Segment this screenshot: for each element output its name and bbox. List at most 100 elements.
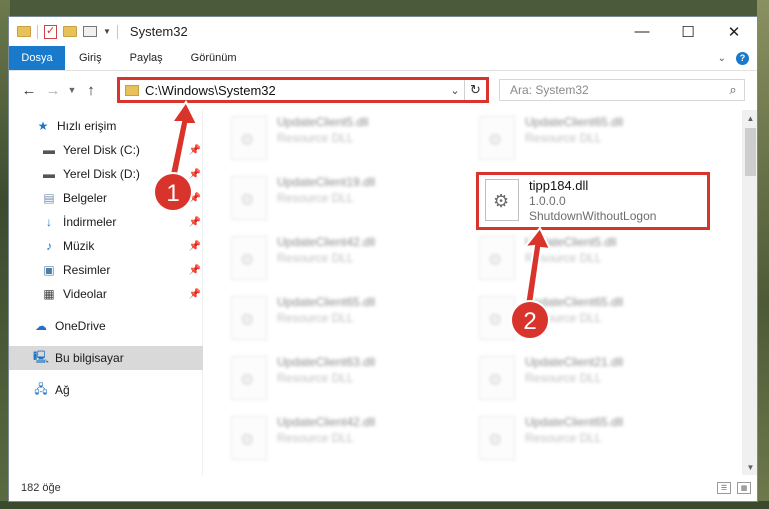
search-icon[interactable]: ⌕ [722, 82, 744, 98]
file-name: UpdateClient63.dll [277, 355, 376, 369]
tab-file[interactable]: Dosya [9, 46, 65, 70]
folder-icon [17, 26, 31, 37]
dll-file-icon [231, 236, 267, 280]
list-item[interactable]: UpdateClient65.dll Resource DLL [231, 292, 461, 344]
refresh-icon[interactable]: ↻ [464, 80, 486, 100]
sidebar-item-downloads[interactable]: ↓ İndirmeler 📌 [9, 210, 203, 234]
music-icon: ♪ [46, 239, 52, 253]
list-item[interactable]: UpdateClient65.dll Resource DLL [479, 112, 709, 164]
sidebar-item-label: Belgeler [63, 191, 108, 205]
explorer-window: ▼ System32 — ☐ ✕ Dosya Giriş Paylaş Görü… [8, 16, 758, 502]
network-icon: 🖧 [34, 381, 48, 396]
drive-icon: ▬ [43, 143, 55, 157]
computer-icon: 🖳 [33, 349, 50, 364]
up-arrow-icon[interactable]: ↑ [79, 82, 103, 99]
list-item[interactable]: UpdateClient42.dll Resource DLL [231, 232, 461, 284]
file-name: UpdateClient19.dll [277, 175, 376, 189]
file-name: UpdateClient65.dll [525, 415, 624, 429]
dll-file-icon [231, 356, 267, 400]
item-count: 182 öğe [21, 482, 61, 494]
status-bar: 182 öğe ☰ ▦ [9, 475, 757, 501]
desktop-background-right [757, 0, 769, 509]
sidebar-item-label: Videolar [63, 287, 107, 301]
dll-file-icon [479, 416, 515, 460]
sidebar-item-documents[interactable]: ▤ Belgeler 📌 [9, 186, 203, 210]
dll-file-icon [479, 236, 515, 280]
tab-share[interactable]: Paylaş [116, 46, 177, 70]
new-folder-icon[interactable] [63, 26, 77, 37]
documents-icon: ▤ [43, 191, 55, 205]
list-item[interactable]: UpdateClient21.dll Resource DLL [479, 352, 709, 404]
list-item[interactable]: UpdateClient65.dll Resource DLL [479, 292, 709, 344]
properties-check-icon[interactable] [44, 24, 57, 39]
scroll-down-icon[interactable]: ▼ [742, 459, 757, 475]
file-description: Resource DLL [277, 431, 354, 445]
help-icon[interactable]: ? [736, 51, 749, 65]
minimize-button[interactable]: — [619, 17, 665, 46]
sidebar-item-label: Hızlı erişim [57, 119, 117, 133]
search-box[interactable]: Ara: System32 ⌕ [499, 79, 745, 101]
list-item[interactable]: UpdateClient63.dll Resource DLL [231, 352, 461, 404]
address-path[interactable]: C:\Windows\System32 [145, 83, 446, 98]
maximize-button[interactable]: ☐ [665, 17, 711, 46]
sidebar-item-this-pc[interactable]: 🖳 Bu bilgisayar [9, 346, 203, 370]
navigation-bar: ← → ▼ ↑ C:\Windows\System32 ⌄ ↻ Ara: Sys… [9, 71, 757, 109]
scrollbar-thumb[interactable] [745, 128, 756, 176]
tab-view[interactable]: Görünüm [177, 46, 251, 70]
file-description: Resource DLL [277, 131, 354, 145]
chevron-down-icon[interactable]: ▼ [103, 27, 111, 36]
download-icon: ↓ [46, 215, 52, 229]
nav-arrows: ← → ▼ ↑ [9, 82, 117, 99]
scroll-up-icon[interactable]: ▲ [742, 110, 757, 126]
list-item[interactable]: UpdateClient65.dll Resource DLL [479, 412, 709, 464]
pin-icon[interactable]: 📌 [189, 289, 201, 300]
sidebar-item-quick-access[interactable]: ★ Hızlı erişim [9, 114, 203, 138]
close-button[interactable]: ✕ [711, 17, 757, 46]
list-item[interactable]: UpdateClient42.dll Resource DLL [231, 412, 461, 464]
large-icons-view-icon[interactable]: ▦ [737, 482, 751, 494]
pin-icon[interactable]: 📌 [189, 169, 201, 180]
chevron-down-icon[interactable]: ⌄ [446, 84, 464, 97]
sidebar-item-label: Yerel Disk (C:) [63, 143, 140, 157]
sidebar-item-local-disk-d[interactable]: ▬ Yerel Disk (D:) 📌 [9, 162, 203, 186]
file-description: Resource DLL [277, 191, 354, 205]
pin-icon[interactable]: 📌 [189, 145, 201, 156]
toolbar-divider [37, 24, 38, 39]
file-description: Resource DLL [525, 311, 602, 325]
list-item[interactable]: UpdateClient5.dll Resource DLL [231, 112, 461, 164]
sidebar-item-label: Yerel Disk (D:) [63, 167, 140, 181]
vertical-scrollbar[interactable]: ▲ ▼ [742, 110, 757, 475]
details-view-icon[interactable]: ☰ [717, 482, 731, 494]
tab-home[interactable]: Giriş [65, 46, 116, 70]
file-description: Resource DLL [525, 431, 602, 445]
file-description: Resource DLL [277, 251, 354, 265]
file-version: 1.0.0.0 [529, 194, 566, 208]
file-name: UpdateClient65.dll [525, 295, 624, 309]
sidebar-item-pictures[interactable]: ▣ Resimler 📌 [9, 258, 203, 282]
pin-icon[interactable]: 📌 [189, 193, 201, 204]
sidebar-item-network[interactable]: 🖧 Ağ [9, 378, 203, 402]
drive-icon: ▬ [43, 167, 55, 181]
back-arrow-icon[interactable]: ← [17, 82, 41, 99]
highlighted-file-item[interactable]: tipp184.dll 1.0.0.0 ShutdownWithoutLogon [476, 172, 710, 230]
address-bar[interactable]: C:\Windows\System32 ⌄ ↻ [117, 77, 489, 103]
list-item[interactable]: UpdateClient5.dll Resource DLL [479, 232, 709, 284]
dll-file-icon [479, 296, 515, 340]
sidebar-item-videos[interactable]: ▦ Videolar 📌 [9, 282, 203, 306]
pin-icon[interactable]: 📌 [189, 217, 201, 228]
sidebar-item-onedrive[interactable]: ☁ OneDrive [9, 314, 203, 338]
forward-arrow-icon[interactable]: → [41, 82, 65, 99]
list-item[interactable]: UpdateClient19.dll Resource DLL [231, 172, 461, 224]
sidebar-item-local-disk-c[interactable]: ▬ Yerel Disk (C:) 📌 [9, 138, 203, 162]
pin-icon[interactable]: 📌 [189, 265, 201, 276]
file-description: Resource DLL [277, 371, 354, 385]
pin-icon[interactable]: 📌 [189, 241, 201, 252]
recent-locations-icon[interactable]: ▼ [65, 85, 79, 95]
customize-toolbar-icon[interactable] [83, 26, 97, 37]
sidebar-item-label: İndirmeler [63, 215, 117, 229]
videos-icon: ▦ [43, 287, 55, 301]
search-input[interactable]: Ara: System32 [510, 83, 722, 97]
chevron-down-icon[interactable]: ⌄ [718, 53, 726, 64]
sidebar-item-music[interactable]: ♪ Müzik 📌 [9, 234, 203, 258]
sidebar-item-label: Bu bilgisayar [55, 351, 124, 365]
